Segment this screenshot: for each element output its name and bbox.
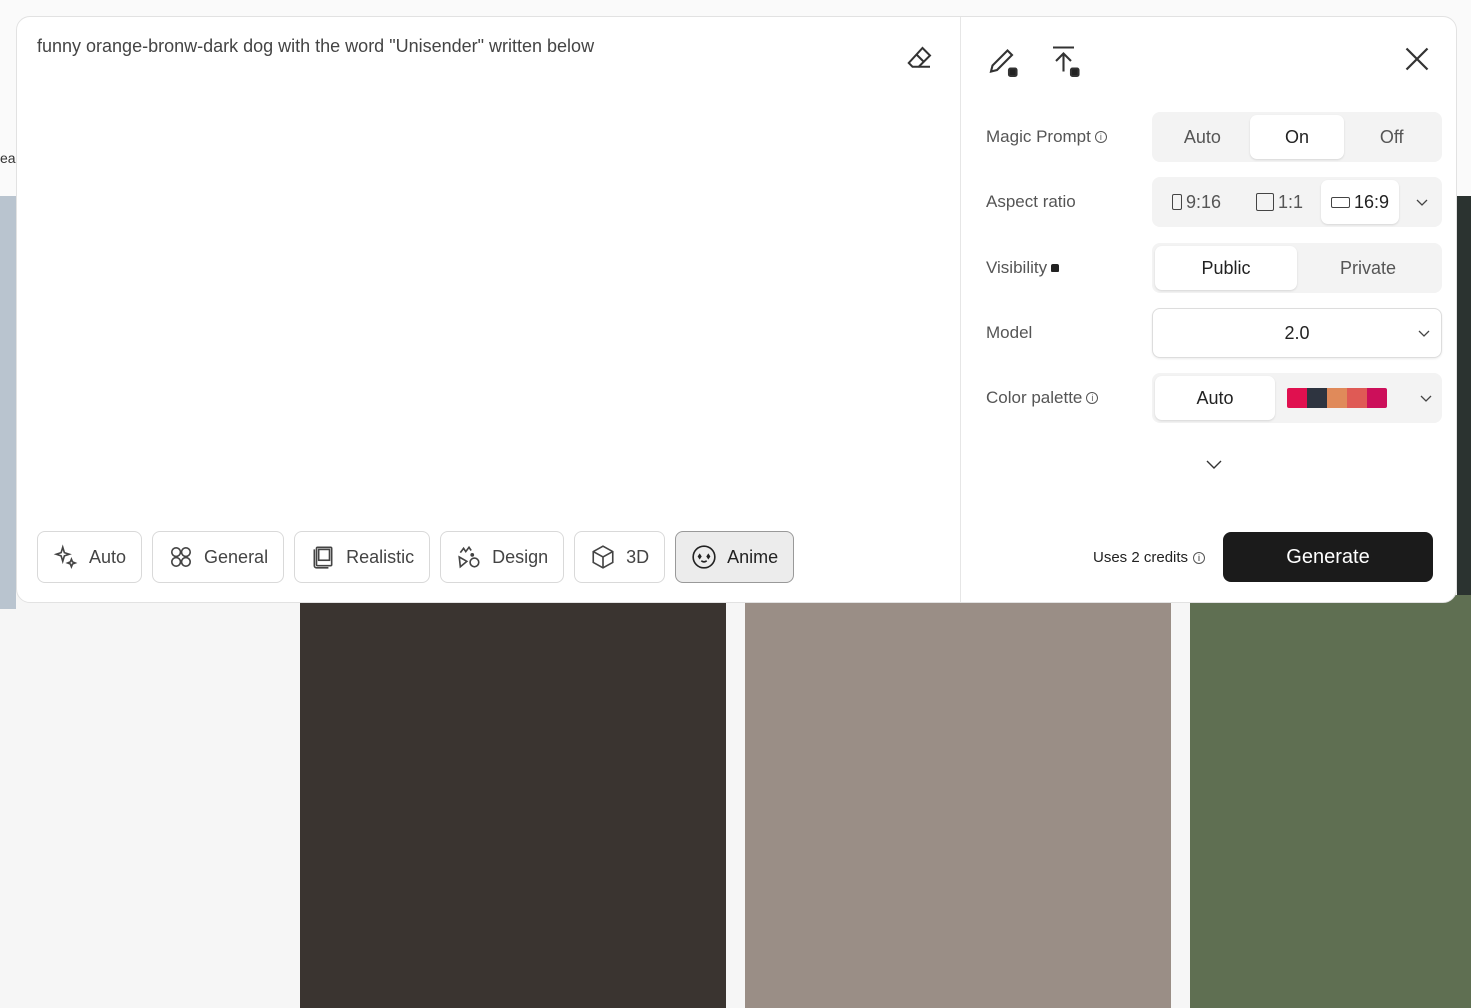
color-palette-row: Color palette i Auto (986, 373, 1446, 423)
background-image (0, 196, 16, 609)
style-anime-button[interactable]: Anime (675, 531, 795, 583)
visibility-toggle: Public Private (1152, 243, 1442, 293)
color-palette-select: Auto (1152, 373, 1442, 423)
cube-icon (592, 545, 614, 569)
generate-button[interactable]: Generate (1223, 532, 1433, 582)
background-text: ea (0, 150, 16, 166)
visibility-public[interactable]: Public (1155, 246, 1297, 290)
generate-dialog: funny orange-bronw-dark dog with the wor… (16, 16, 1457, 603)
chevron-down-icon (1418, 330, 1430, 337)
style-label: Realistic (346, 546, 415, 567)
aspect-ratio-label: Aspect ratio (986, 192, 1076, 211)
photos-icon (313, 546, 333, 569)
square-icon (1255, 193, 1274, 211)
credits-info: Uses 2 credits i (1093, 549, 1206, 566)
style-general-button[interactable]: General (152, 531, 285, 583)
aspect-label: 1:1 (1277, 191, 1304, 212)
background-image (1457, 196, 1471, 609)
model-select[interactable]: 2.0 (1152, 308, 1442, 358)
style-auto-button[interactable]: Auto (37, 531, 143, 583)
close-icon[interactable] (1399, 41, 1435, 77)
style-selector: Auto General Realistic Design 3D Anime (37, 531, 795, 583)
color-palette-swatch[interactable] (1287, 388, 1387, 408)
style-3d-button[interactable]: 3D (574, 531, 666, 583)
palette-color (1327, 388, 1347, 408)
palette-color (1367, 388, 1387, 408)
info-icon[interactable]: i (1094, 131, 1107, 143)
landscape-icon (1330, 196, 1350, 208)
eraser-icon[interactable] (905, 43, 935, 73)
sparkle-icon (53, 544, 78, 569)
chevron-down-icon[interactable] (1415, 195, 1429, 209)
magic-prompt-toggle: Auto On Off (1152, 112, 1442, 162)
magic-prompt-on[interactable]: On (1249, 115, 1345, 159)
lock-icon (1051, 264, 1060, 272)
magic-prompt-off[interactable]: Off (1344, 115, 1439, 159)
settings-panel: Magic Prompt i Auto On Off Aspect ratio 9… (961, 17, 1456, 602)
anime-face-icon (692, 545, 716, 569)
aspect-ratio-toggle: 9:16 1:1 16:9 (1152, 177, 1442, 227)
style-label: Anime (727, 546, 779, 567)
palette-color (1287, 388, 1307, 408)
visibility-label: Visibility (986, 258, 1048, 277)
magic-prompt-label: Magic Prompt (986, 127, 1091, 146)
chevron-down-icon[interactable] (1419, 391, 1433, 405)
info-icon[interactable]: i (1193, 551, 1206, 564)
aspect-9-16[interactable]: 9:16 (1155, 180, 1238, 224)
style-label: Auto (89, 546, 127, 567)
style-label: General (204, 546, 269, 567)
aspect-ratio-row: Aspect ratio 9:16 1:1 16:9 (986, 177, 1446, 227)
style-design-button[interactable]: Design (440, 531, 565, 583)
palette-color (1347, 388, 1367, 408)
model-value: 2.0 (1284, 322, 1310, 343)
prompt-input[interactable]: funny orange-bronw-dark dog with the wor… (37, 36, 594, 57)
style-realistic-button[interactable]: Realistic (294, 531, 431, 583)
model-label: Model (986, 323, 1033, 342)
magic-prompt-row: Magic Prompt i Auto On Off (986, 112, 1446, 162)
grid-icon (171, 546, 192, 568)
expand-more-icon[interactable] (1205, 457, 1223, 471)
edit-locked-icon[interactable] (985, 43, 1021, 79)
style-label: 3D (626, 546, 650, 567)
shapes-icon (458, 545, 480, 569)
aspect-1-1[interactable]: 1:1 (1238, 180, 1321, 224)
prompt-panel: funny orange-bronw-dark dog with the wor… (17, 17, 961, 602)
model-row: Model 2.0 (986, 308, 1446, 358)
aspect-label: 9:16 (1185, 191, 1222, 212)
visibility-private[interactable]: Private (1297, 246, 1439, 290)
upload-locked-icon[interactable] (1047, 43, 1083, 79)
background-image (300, 595, 726, 1008)
aspect-label: 16:9 (1353, 191, 1390, 212)
aspect-16-9[interactable]: 16:9 (1321, 180, 1399, 224)
palette-color (1307, 388, 1327, 408)
credits-text: Uses 2 credits (1093, 549, 1189, 566)
portrait-icon (1171, 194, 1182, 210)
style-label: Design (492, 546, 549, 567)
visibility-row: Visibility Public Private (986, 243, 1446, 293)
color-palette-auto[interactable]: Auto (1155, 376, 1275, 420)
info-icon[interactable]: i (1086, 392, 1099, 404)
background-image (1190, 595, 1471, 1008)
color-palette-label: Color palette (986, 388, 1083, 407)
magic-prompt-auto[interactable]: Auto (1155, 115, 1250, 159)
background-image (745, 595, 1171, 1008)
